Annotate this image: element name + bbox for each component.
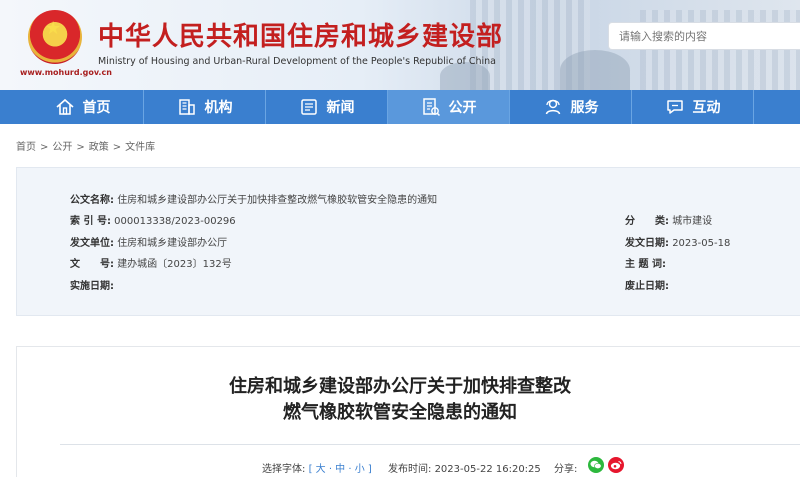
font-size-label: 选择字体: — [262, 464, 306, 475]
nav-item-label: 互动 — [692, 100, 721, 116]
nav-item-public[interactable]: 公开 — [388, 90, 509, 124]
service-icon — [545, 99, 560, 115]
news-icon — [300, 99, 317, 115]
breadcrumb: 首页 > 公开 > 政策 > 文件库 — [16, 138, 155, 153]
nav-item-news[interactable]: 新闻 — [266, 90, 387, 124]
nav-item-home[interactable]: 首页 — [22, 90, 143, 124]
site-subtitle: Ministry of Housing and Urban-Rural Deve… — [98, 56, 497, 67]
meta-label: 废止日期: — [625, 281, 669, 292]
meta-value: 城市建设 — [672, 216, 713, 227]
chat-icon — [666, 100, 683, 114]
meta-row-index: 索 引 号: 000013338/2023-00296 — [70, 212, 236, 227]
nav-item-label: 首页 — [82, 100, 111, 116]
meta-row-effective: 实施日期: — [70, 277, 114, 292]
main-nav: 首页 机构 新闻 公开 服务 互动 — [0, 90, 800, 124]
meta-value: 住房和城乡建设部办公厅关于加快排查整改燃气橡胶软管安全隐患的通知 — [117, 195, 438, 206]
meta-row-issuer: 发文单位: 住房和城乡建设部办公厅 — [70, 234, 227, 249]
national-emblem-icon[interactable]: ★ — [28, 10, 82, 64]
meta-value: 住房和城乡建设部办公厅 — [117, 238, 228, 249]
breadcrumb-separator: > — [40, 142, 49, 153]
weibo-icon — [610, 461, 622, 470]
nav-item-service[interactable]: 服务 — [510, 90, 631, 124]
meta-label: 主 题 词: — [625, 259, 666, 270]
meta-row-name: 公文名称: 住房和城乡建设部办公厅关于加快排查整改燃气橡胶软管安全隐患的通知 — [70, 191, 437, 206]
article-title-line-1: 住房和城乡建设部办公厅关于加快排查整改 — [229, 376, 571, 397]
document-metadata-panel: 公文名称: 住房和城乡建设部办公厅关于加快排查整改燃气橡胶软管安全隐患的通知 索… — [16, 167, 800, 316]
nav-item-label: 公开 — [448, 100, 477, 116]
meta-label: 文 号: — [70, 259, 114, 270]
meta-label: 发文日期: — [625, 238, 669, 249]
home-icon — [55, 98, 74, 115]
publish-info: 发布时间: 2023-05-22 16:20:25 — [388, 460, 541, 475]
meta-row-docno: 文 号: 建办城函〔2023〕132号 — [70, 255, 232, 270]
breadcrumb-link-home[interactable]: 首页 — [16, 142, 36, 153]
search-input[interactable] — [608, 22, 800, 50]
meta-row-topic: 主 题 词: — [625, 255, 666, 270]
meta-label: 索 引 号: — [70, 216, 111, 227]
publish-label: 发布时间: — [388, 464, 432, 475]
font-size-options[interactable]: [ 大 · 中 · 小 ] — [309, 464, 372, 475]
breadcrumb-link-policy[interactable]: 政策 — [89, 142, 109, 153]
meta-value: 建办城函〔2023〕132号 — [117, 259, 232, 270]
article-divider — [60, 444, 800, 445]
nav-divider — [753, 90, 754, 124]
nav-item-label: 服务 — [570, 100, 599, 116]
nav-item-label: 新闻 — [326, 100, 355, 116]
site-title[interactable]: 中华人民共和国住房和城乡建设部 — [98, 16, 503, 53]
meta-row-date: 发文日期: 2023-05-18 — [625, 234, 730, 249]
font-size-selector: 选择字体: [ 大 · 中 · 小 ] — [262, 460, 372, 475]
article-title-line-2: 燃气橡胶软管安全隐患的通知 — [283, 402, 517, 423]
meta-value: 000013338/2023-00296 — [114, 216, 236, 227]
wechat-icon — [590, 460, 602, 470]
weibo-share-icon[interactable] — [608, 457, 624, 473]
breadcrumb-link-public[interactable]: 公开 — [52, 142, 72, 153]
nav-item-label: 机构 — [204, 100, 233, 116]
publish-time: 2023-05-22 16:20:25 — [434, 464, 541, 475]
meta-label: 分 类: — [625, 216, 669, 227]
nav-item-interaction[interactable]: 互动 — [632, 90, 753, 124]
meta-row-category: 分 类: 城市建设 — [625, 212, 712, 227]
meta-label: 实施日期: — [70, 281, 114, 292]
meta-value: 2023-05-18 — [672, 238, 731, 249]
site-header: ★ www.mohurd.gov.cn 中华人民共和国住房和城乡建设部 Mini… — [0, 0, 800, 90]
site-url: www.mohurd.gov.cn — [20, 68, 112, 77]
meta-label: 公文名称: — [70, 195, 114, 206]
building-icon — [178, 99, 195, 115]
meta-row-expire: 废止日期: — [625, 277, 669, 292]
header-background-tree — [560, 50, 630, 90]
meta-label: 发文单位: — [70, 238, 114, 249]
wechat-share-icon[interactable] — [588, 457, 604, 473]
breadcrumb-link-library[interactable]: 文件库 — [125, 142, 155, 153]
breadcrumb-separator: > — [76, 142, 85, 153]
document-icon — [422, 98, 440, 117]
share-label: 分享: — [554, 464, 578, 475]
breadcrumb-separator: > — [112, 142, 122, 153]
nav-item-organization[interactable]: 机构 — [144, 90, 265, 124]
